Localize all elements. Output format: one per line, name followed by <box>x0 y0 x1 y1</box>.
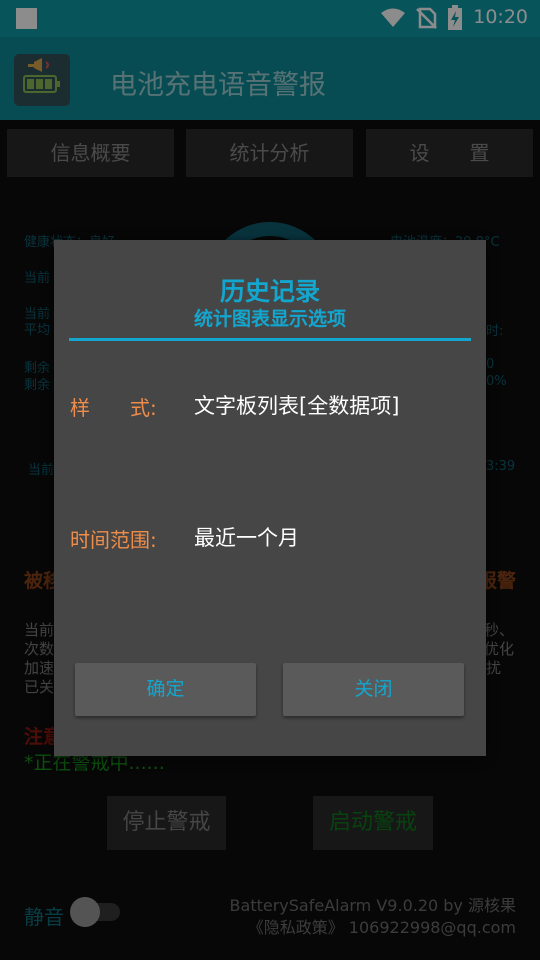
range-label: 时间范围: <box>70 528 157 552</box>
style-select[interactable]: 文字板列表[全数据项] <box>194 390 399 420</box>
ok-button[interactable]: 确定 <box>75 663 256 716</box>
dialog-subtitle: 统计图表显示选项 <box>193 308 346 330</box>
close-button[interactable]: 关闭 <box>283 663 464 716</box>
history-options-dialog: 历史记录 统计图表显示选项 样 式: 文字板列表[全数据项] 时间范围: 最近一… <box>54 240 486 756</box>
dialog-divider <box>69 338 471 341</box>
dialog-title: 历史记录 <box>219 277 320 306</box>
range-select[interactable]: 最近一个月 <box>194 522 299 552</box>
style-label: 样 式: <box>70 396 157 420</box>
